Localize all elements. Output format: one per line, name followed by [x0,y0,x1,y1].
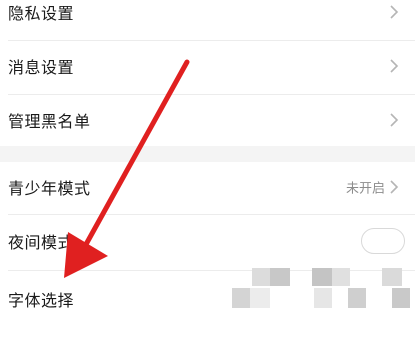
settings-screen: 隐私设置 消息设置 管理黑名单 青少年模式 未开启 夜间模式 字体选择 [0,0,415,341]
red-arrow-annotation [64,59,190,278]
